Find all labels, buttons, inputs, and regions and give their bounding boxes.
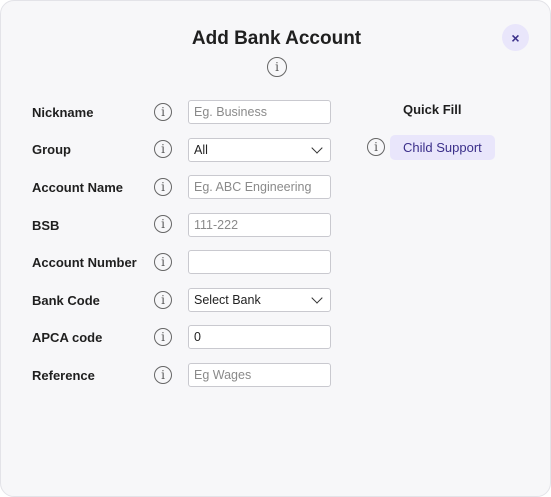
group-label: Group bbox=[32, 142, 71, 157]
info-icon[interactable]: i bbox=[154, 103, 172, 121]
quick-fill-title: Quick Fill bbox=[403, 102, 462, 117]
account-number-input[interactable] bbox=[188, 250, 331, 274]
bsb-input[interactable] bbox=[188, 213, 331, 237]
reference-label: Reference bbox=[32, 368, 95, 383]
nickname-label: Nickname bbox=[32, 105, 94, 120]
nickname-input[interactable] bbox=[188, 100, 331, 124]
bank-code-select[interactable]: Select Bank bbox=[188, 288, 331, 312]
info-icon[interactable]: i bbox=[154, 291, 172, 309]
info-glyph: i bbox=[161, 293, 165, 307]
dialog-title: Add Bank Account bbox=[191, 28, 362, 49]
quick-fill-child-support-button[interactable]: Child Support bbox=[390, 135, 495, 160]
info-glyph: i bbox=[161, 255, 165, 269]
info-glyph: i bbox=[161, 142, 165, 156]
info-glyph: i bbox=[374, 140, 378, 154]
info-glyph: i bbox=[161, 180, 165, 194]
group-select[interactable]: All bbox=[188, 138, 331, 162]
info-icon[interactable]: i bbox=[367, 138, 385, 156]
info-icon[interactable]: i bbox=[154, 253, 172, 271]
bsb-label: BSB bbox=[32, 218, 60, 233]
info-icon[interactable]: i bbox=[267, 57, 287, 77]
info-icon[interactable]: i bbox=[154, 328, 172, 346]
info-glyph: i bbox=[161, 330, 165, 344]
info-icon[interactable]: i bbox=[154, 178, 172, 196]
apca-code-input[interactable] bbox=[188, 325, 331, 349]
info-icon[interactable]: i bbox=[154, 366, 172, 384]
info-icon[interactable]: i bbox=[154, 140, 172, 158]
close-icon: × bbox=[511, 29, 520, 46]
quick-fill-item-label: Child Support bbox=[403, 140, 482, 155]
info-icon[interactable]: i bbox=[154, 215, 172, 233]
chevron-down-icon bbox=[311, 142, 323, 154]
info-glyph: i bbox=[161, 105, 165, 119]
account-name-label: Account Name bbox=[32, 180, 124, 195]
info-glyph: i bbox=[275, 60, 279, 74]
close-button[interactable]: × bbox=[502, 24, 529, 51]
bank-code-selected-value: Select Bank bbox=[194, 293, 261, 307]
account-name-input[interactable] bbox=[188, 175, 331, 199]
account-number-label: Account Number bbox=[32, 255, 137, 270]
bank-code-label: Bank Code bbox=[32, 293, 100, 308]
apca-code-label: APCA code bbox=[32, 330, 103, 345]
info-glyph: i bbox=[161, 368, 165, 382]
chevron-down-icon bbox=[311, 292, 323, 304]
add-bank-account-dialog: Add Bank Account i × Nickname i Group i … bbox=[0, 0, 551, 497]
reference-input[interactable] bbox=[188, 363, 331, 387]
info-glyph: i bbox=[161, 217, 165, 231]
group-selected-value: All bbox=[194, 143, 208, 157]
